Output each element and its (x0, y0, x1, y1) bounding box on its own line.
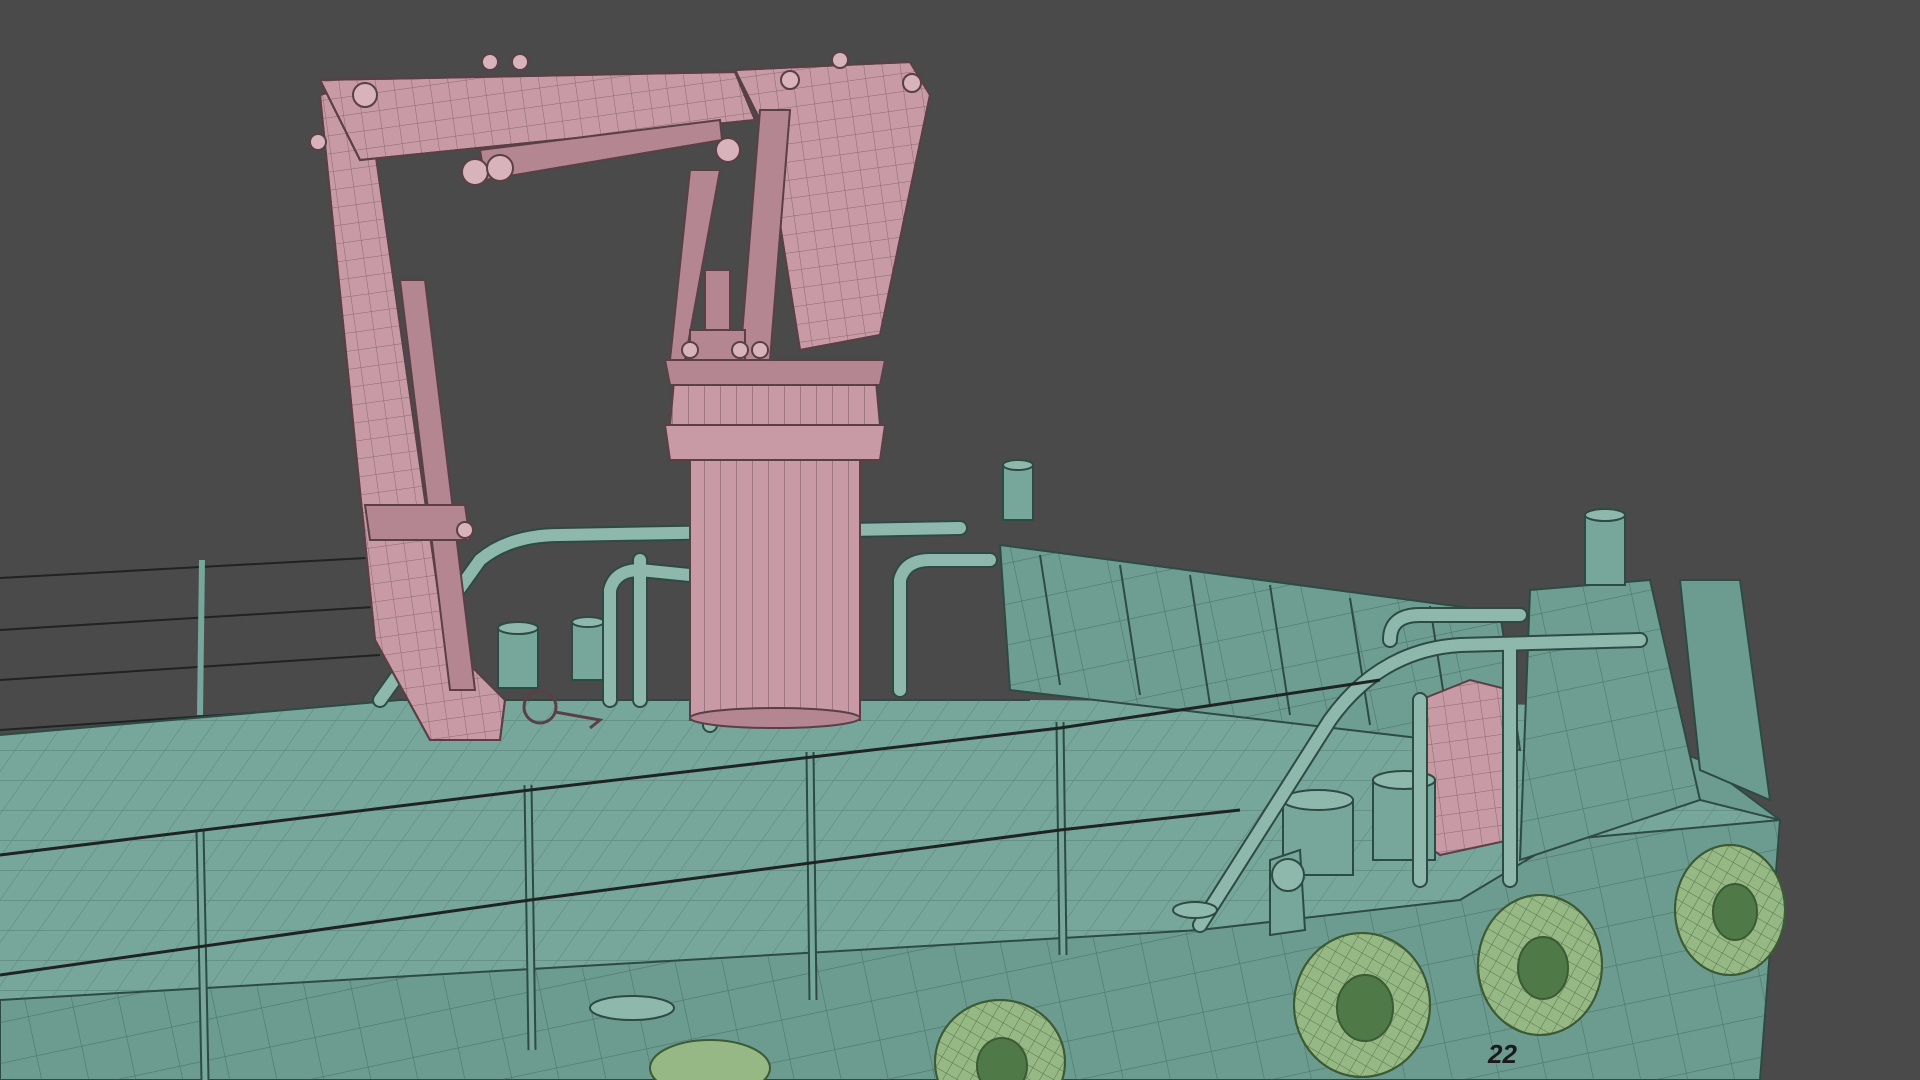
boat-crane-wireframe-render: 22 (0, 51, 1786, 1080)
3d-viewport[interactable]: 22 (0, 0, 1920, 1080)
deckhouse-block (1518, 508, 1702, 862)
crane-column (663, 359, 887, 729)
hull-number-label: 22 (1487, 1039, 1517, 1069)
